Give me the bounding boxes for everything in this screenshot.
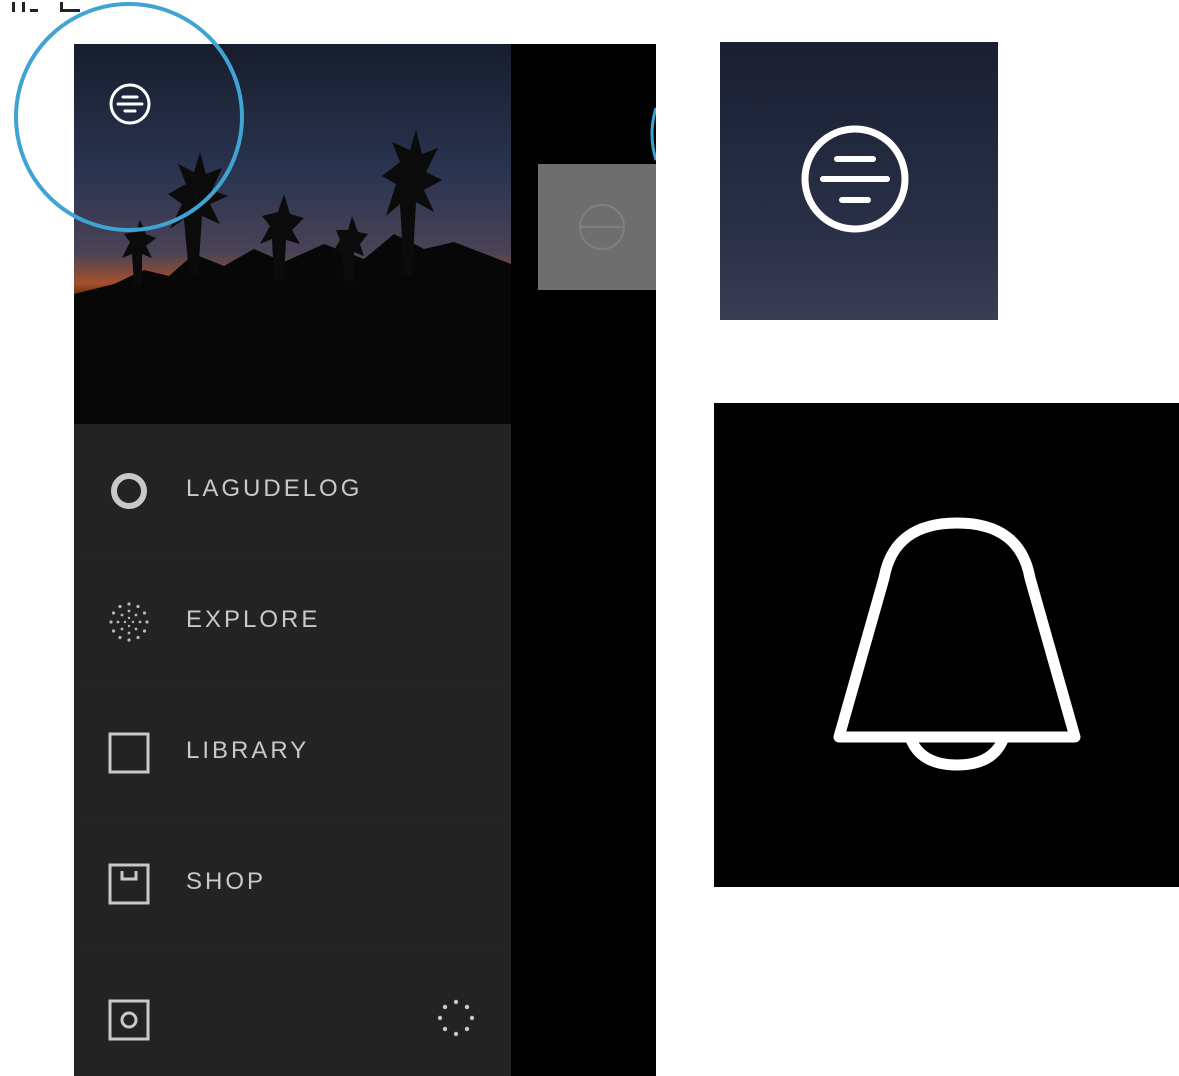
zoomed-bell-icon-panel	[714, 403, 1179, 887]
drawer-item-shop[interactable]: SHOP	[74, 817, 511, 948]
drawer-menu: LAGUDELOG EXPLORE LIBRARY SHOP	[74, 424, 511, 948]
content-card-peek[interactable]	[538, 164, 656, 290]
drawer-item-label: LIBRARY	[186, 737, 310, 764]
circle-ring-icon	[111, 473, 147, 509]
square-outline-icon	[108, 732, 150, 774]
highlight-arc-fragment	[650, 107, 656, 161]
drawer-item-explore[interactable]: EXPLORE	[74, 555, 511, 686]
drawer-item-lagudelog[interactable]: LAGUDELOG	[74, 424, 511, 555]
shop-box-icon	[108, 863, 150, 905]
drawer-item-library[interactable]: LIBRARY	[74, 686, 511, 817]
drawer-item-label: EXPLORE	[186, 606, 321, 633]
bell-icon	[833, 517, 1081, 771]
dotted-circle-icon	[109, 602, 149, 642]
loading-dots-icon[interactable]	[436, 998, 476, 1038]
camera-square-icon[interactable]	[107, 998, 151, 1042]
drawer-item-label: LAGUDELOG	[186, 475, 363, 502]
zoomed-menu-icon-panel	[720, 42, 998, 320]
highlight-circle	[14, 2, 244, 232]
drawer-bottom-bar	[74, 974, 511, 1076]
drawer-item-label: SHOP	[186, 868, 267, 895]
minus-circle-icon	[579, 204, 625, 250]
